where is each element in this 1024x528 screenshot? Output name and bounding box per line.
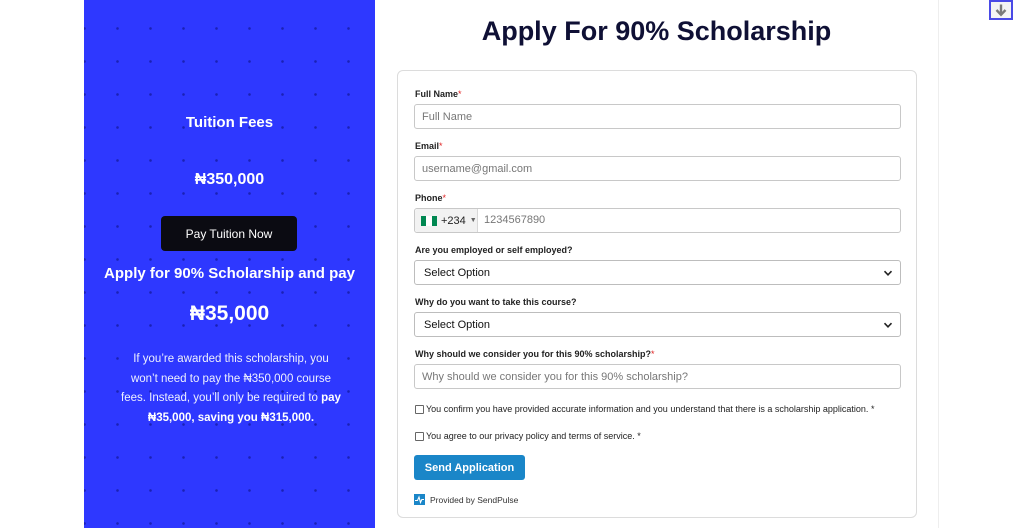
scholarship-pay-heading: Apply for 90% Scholarship and pay: [104, 265, 355, 282]
consider-reason-label-text: Why should we consider you for this 90% …: [415, 349, 652, 359]
scholarship-explanation: If you’re awarded this scholarship, you …: [120, 350, 342, 428]
employment-select[interactable]: Select Option: [414, 260, 901, 285]
full-name-label: Full Name*: [415, 89, 462, 99]
provided-by-sendpulse[interactable]: Provided by SendPulse: [414, 494, 518, 505]
course-reason-selected-value: Select Option: [424, 318, 491, 331]
provided-by-text: Provided by SendPulse: [430, 494, 519, 505]
page-margin-left: [0, 0, 84, 528]
chevron-down-icon: [883, 322, 893, 328]
email-label-text: Email: [415, 141, 440, 151]
scholarship-explanation-text: If you’re awarded this scholarship, you …: [121, 353, 332, 404]
tuition-fees-heading: Tuition Fees: [185, 114, 274, 131]
consider-reason-placeholder: Why should we consider you for this 90% …: [422, 370, 688, 383]
required-asterisk: *: [458, 89, 462, 99]
phone-label: Phone*: [415, 193, 446, 203]
phone-label-text: Phone: [415, 193, 443, 203]
scroll-down-button[interactable]: [989, 0, 1013, 20]
tuition-fees-amount: ₦350,000: [194, 171, 265, 188]
course-reason-select[interactable]: Select Option: [414, 312, 901, 337]
email-label: Email*: [415, 141, 443, 151]
confirm-accuracy-label: You confirm you have provided accurate i…: [426, 404, 875, 414]
pay-tuition-button[interactable]: Pay Tuition Now: [161, 216, 297, 251]
privacy-label: You agree to our privacy policy and term…: [426, 431, 641, 441]
scholarship-amount: ₦35,000: [189, 302, 270, 325]
consider-reason-label: Why should we consider you for this 90% …: [415, 349, 655, 359]
phone-placeholder: 1234567890: [484, 214, 546, 226]
chevron-down-icon: [883, 270, 893, 276]
nigeria-flag-icon: [421, 215, 437, 226]
country-code-selector[interactable]: +234 ▼: [415, 209, 478, 232]
full-name-placeholder: Full Name: [422, 110, 473, 123]
send-application-button[interactable]: Send Application: [414, 455, 525, 480]
page-title: Apply For 90% Scholarship: [481, 16, 832, 46]
privacy-checkbox-row[interactable]: You agree to our privacy policy and term…: [415, 431, 641, 441]
full-name-input[interactable]: Full Name: [414, 104, 901, 129]
scroll-down-arrow-icon: [995, 4, 1007, 17]
phone-input[interactable]: +234 ▼ 1234567890: [414, 208, 901, 233]
required-asterisk: *: [439, 141, 443, 151]
required-asterisk: *: [651, 349, 655, 359]
privacy-checkbox[interactable]: [415, 431, 424, 441]
confirm-accuracy-checkbox[interactable]: [415, 404, 424, 414]
confirm-accuracy-checkbox-row[interactable]: You confirm you have provided accurate i…: [415, 404, 874, 414]
scholarship-form: Full Name* Full Name Email* username@gma…: [397, 70, 917, 518]
page-margin-right: [938, 0, 1024, 528]
employment-label: Are you employed or self employed?: [415, 245, 573, 255]
consider-reason-input[interactable]: Why should we consider you for this 90% …: [414, 364, 901, 389]
caret-down-icon: ▼: [469, 217, 477, 224]
course-reason-label: Why do you want to take this course?: [415, 297, 577, 307]
tuition-promo-panel: Tuition Fees ₦350,000 Pay Tuition Now Ap…: [84, 0, 375, 528]
email-input[interactable]: username@gmail.com: [414, 156, 901, 181]
sendpulse-logo-icon: [414, 494, 425, 505]
required-asterisk: *: [442, 193, 447, 203]
email-placeholder: username@gmail.com: [422, 162, 533, 175]
country-code: +234: [441, 214, 466, 227]
full-name-label-text: Full Name: [415, 89, 459, 99]
employment-selected-value: Select Option: [424, 266, 491, 279]
